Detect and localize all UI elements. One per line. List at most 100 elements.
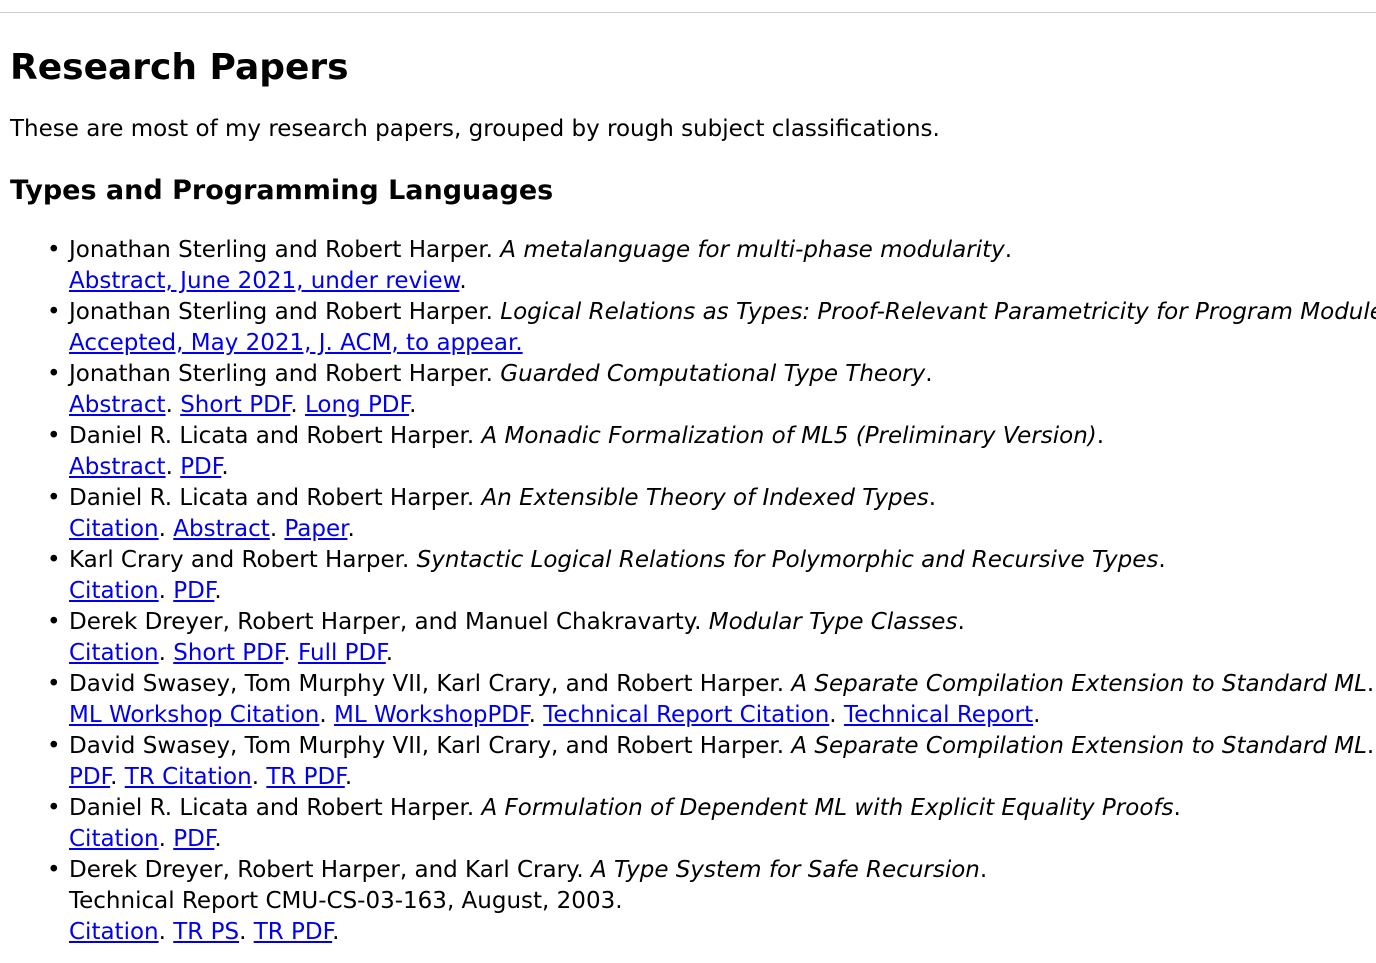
paper-link[interactable]: PDF [180, 454, 221, 480]
bullet-icon: • [47, 485, 61, 511]
page-content: Research Papers These are most of my res… [10, 46, 1376, 948]
paper-links-line: Citation. PDF. [69, 826, 222, 852]
paper-link[interactable]: Citation [69, 826, 159, 852]
paper-links-line: Citation. PDF. [69, 578, 222, 604]
paper-reference-line: Jonathan Sterling and Robert Harper. A m… [69, 237, 1013, 263]
paper-reference-line: Daniel R. Licata and Robert Harper. A Mo… [69, 423, 1105, 449]
paper-link[interactable]: TR PDF [254, 919, 332, 945]
bullet-icon: • [47, 671, 61, 697]
paper-link[interactable]: Short PDF [173, 640, 283, 666]
paper-authors: David Swasey, Tom Murphy VII, Karl Crary… [69, 733, 785, 759]
paper-title: Logical Relations as Types: Proof-Releva… [500, 299, 1376, 325]
page-title: Research Papers [10, 47, 349, 88]
paper-link[interactable]: Abstract, June 2021, under review [69, 268, 459, 294]
paper-links-line: Citation. Abstract. Paper. [69, 516, 355, 542]
paper-title: A Separate Compilation Extension to Stan… [791, 671, 1367, 697]
paper-link[interactable]: Paper [284, 516, 347, 542]
paper-list: • Jonathan Sterling and Robert Harper. A … [10, 235, 1376, 948]
paper-link[interactable]: ML Workshop Citation [69, 702, 319, 728]
paper-links-line: Abstract. PDF. [69, 454, 229, 480]
paper-title: Guarded Computational Type Theory [500, 361, 926, 387]
paper-item: • David Swasey, Tom Murphy VII, Karl Crar… [47, 669, 1376, 731]
paper-links-line: Accepted, May 2021, J. ACM, to appear. [69, 328, 1376, 359]
paper-reference-line: Daniel R. Licata and Robert Harper. An E… [69, 485, 937, 511]
paper-title: A Monadic Formalization of ML5 (Prelimin… [481, 423, 1097, 449]
paper-title: A Type System for Safe Recursion [591, 857, 980, 883]
bullet-icon: • [47, 795, 61, 821]
bullet-icon: • [47, 423, 61, 449]
paper-link[interactable]: Technical Report Citation [543, 702, 829, 728]
paper-item: • Jonathan Sterling and Robert Harper. A … [47, 235, 1376, 297]
paper-link[interactable]: Full PDF [298, 640, 386, 666]
paper-title: A Formulation of Dependent ML with Expli… [481, 795, 1174, 821]
paper-link[interactable]: PDF [173, 578, 214, 604]
paper-item: • Jonathan Sterling and Robert Harper. Lo… [47, 297, 1376, 359]
top-divider [0, 12, 1376, 13]
paper-reference-line: Jonathan Sterling and Robert Harper. Log… [69, 297, 1376, 328]
paper-link[interactable]: ML WorkshopPDF [334, 702, 529, 728]
bullet-icon: • [47, 547, 61, 573]
paper-link[interactable]: Technical Report [844, 702, 1033, 728]
paper-link[interactable]: Abstract [69, 454, 166, 480]
paper-authors: Karl Crary and Robert Harper. [69, 547, 410, 573]
paper-authors: Jonathan Sterling and Robert Harper. [69, 237, 493, 263]
paper-item: • Derek Dreyer, Robert Harper, and Manuel… [47, 607, 1376, 669]
paper-item: • Daniel R. Licata and Robert Harper. An … [47, 483, 1376, 545]
paper-links-line: Citation. Short PDF. Full PDF. [69, 640, 394, 666]
paper-links-line: PDF. TR Citation. TR PDF. [69, 764, 353, 790]
paper-link[interactable]: Long PDF [305, 392, 409, 418]
paper-reference-line: David Swasey, Tom Murphy VII, Karl Crary… [69, 671, 1375, 697]
paper-link[interactable]: Accepted, May 2021, J. ACM, to appear. [69, 330, 523, 356]
paper-link[interactable]: Citation [69, 919, 159, 945]
paper-link[interactable]: TR Citation [125, 764, 252, 790]
paper-title: A metalanguage for multi-phase modularit… [500, 237, 1005, 263]
paper-link[interactable]: TR PDF [266, 764, 344, 790]
paper-links-line: Citation. TR PS. TR PDF. [69, 919, 340, 945]
paper-link[interactable]: Abstract [173, 516, 270, 542]
bullet-icon: • [47, 361, 61, 387]
paper-item: • Daniel R. Licata and Robert Harper. A M… [47, 421, 1376, 483]
paper-authors: Derek Dreyer, Robert Harper, and Manuel … [69, 609, 702, 635]
paper-link[interactable]: PDF [69, 764, 110, 790]
bullet-icon: • [47, 609, 61, 635]
paper-note: Technical Report CMU-CS-03-163, August, … [69, 888, 623, 914]
section-heading: Types and Programming Languages [10, 175, 554, 206]
paper-authors: Daniel R. Licata and Robert Harper. [69, 423, 475, 449]
paper-reference-line: Karl Crary and Robert Harper. Syntactic … [69, 547, 1166, 573]
paper-authors: Daniel R. Licata and Robert Harper. [69, 795, 475, 821]
paper-link[interactable]: TR PS [173, 919, 239, 945]
paper-links-line: ML Workshop Citation. ML WorkshopPDF. Te… [69, 702, 1041, 728]
paper-reference-line: Derek Dreyer, Robert Harper, and Manuel … [69, 609, 965, 635]
paper-link[interactable]: Abstract [69, 392, 166, 418]
paper-link[interactable]: Citation [69, 578, 159, 604]
paper-link[interactable]: PDF [173, 826, 214, 852]
paper-item: • Jonathan Sterling and Robert Harper. Gu… [47, 359, 1376, 421]
paper-authors: Jonathan Sterling and Robert Harper. [69, 361, 493, 387]
paper-item: • David Swasey, Tom Murphy VII, Karl Crar… [47, 731, 1376, 793]
paper-item: • Derek Dreyer, Robert Harper, and Karl C… [47, 855, 1376, 948]
paper-link[interactable]: Citation [69, 640, 159, 666]
paper-reference-line: Derek Dreyer, Robert Harper, and Karl Cr… [69, 857, 988, 883]
bullet-icon: • [47, 299, 61, 325]
paper-links-line: Abstract, June 2021, under review. [69, 268, 467, 294]
intro-text: These are most of my research papers, gr… [10, 116, 940, 142]
paper-item: • Daniel R. Licata and Robert Harper. A F… [47, 793, 1376, 855]
paper-title: A Separate Compilation Extension to Stan… [791, 733, 1367, 759]
paper-authors: David Swasey, Tom Murphy VII, Karl Crary… [69, 671, 785, 697]
bullet-icon: • [47, 857, 61, 883]
bullet-icon: • [47, 237, 61, 263]
paper-link[interactable]: Citation [69, 516, 159, 542]
paper-authors: Daniel R. Licata and Robert Harper. [69, 485, 475, 511]
paper-reference-line: Jonathan Sterling and Robert Harper. Gua… [69, 361, 933, 387]
paper-title: An Extensible Theory of Indexed Types [481, 485, 929, 511]
bullet-icon: • [47, 733, 61, 759]
paper-link[interactable]: Short PDF [180, 392, 290, 418]
paper-links-line: Abstract. Short PDF. Long PDF. [69, 392, 417, 418]
paper-reference-line: Daniel R. Licata and Robert Harper. A Fo… [69, 795, 1181, 821]
paper-authors: Jonathan Sterling and Robert Harper. [69, 299, 493, 325]
paper-reference-line: David Swasey, Tom Murphy VII, Karl Crary… [69, 733, 1375, 759]
paper-authors: Derek Dreyer, Robert Harper, and Karl Cr… [69, 857, 584, 883]
paper-title: Modular Type Classes [708, 609, 958, 635]
paper-item: • Karl Crary and Robert Harper. Syntactic… [47, 545, 1376, 607]
paper-title: Syntactic Logical Relations for Polymorp… [416, 547, 1159, 573]
